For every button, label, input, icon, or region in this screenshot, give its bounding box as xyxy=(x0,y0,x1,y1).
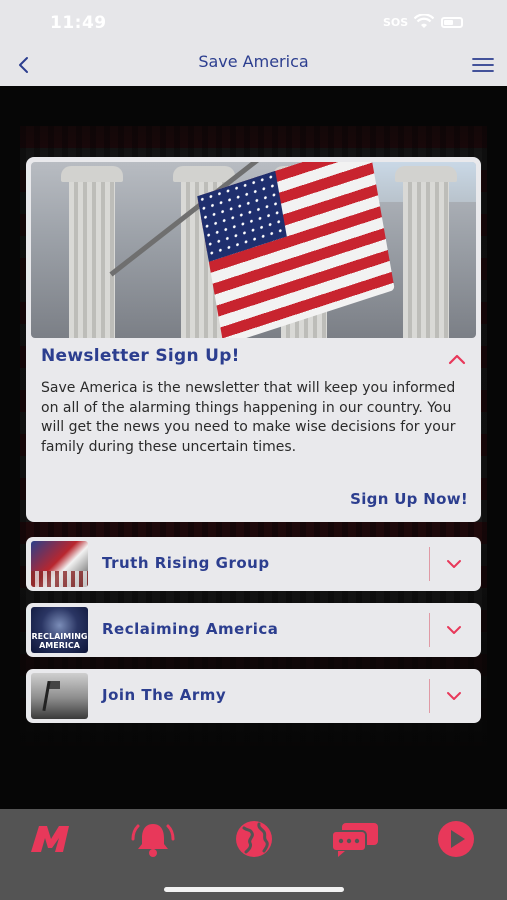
thumbnail-text: RECLAIMING AMERICA xyxy=(31,632,88,650)
expand-button[interactable] xyxy=(443,686,465,706)
status-time: 11:49 xyxy=(50,13,107,33)
truth-rising-thumbnail xyxy=(31,541,88,587)
tab-bar xyxy=(0,809,507,900)
battery-icon xyxy=(441,17,463,28)
chevron-down-icon xyxy=(447,626,461,634)
american-flag xyxy=(197,162,395,338)
tab-web[interactable] xyxy=(228,819,280,859)
page-title: Save America xyxy=(198,52,309,71)
chevron-up-icon xyxy=(448,354,466,364)
menu-button[interactable] xyxy=(470,52,496,78)
list-item-label: Reclaiming America xyxy=(102,620,279,638)
hero-image xyxy=(31,162,476,338)
collapse-button[interactable] xyxy=(445,349,469,369)
hero-column xyxy=(395,166,457,338)
status-signal: SOS xyxy=(383,16,409,29)
newsletter-description: Save America is the newsletter that will… xyxy=(41,380,456,455)
list-item-join-the-army[interactable]: Join The Army xyxy=(26,669,481,723)
nav-bar: Save America xyxy=(0,46,507,86)
expand-button[interactable] xyxy=(443,620,465,640)
list-item-label: Join The Army xyxy=(102,686,227,704)
chat-icon xyxy=(331,823,378,857)
divider xyxy=(429,547,430,581)
reclaiming-america-thumbnail: RECLAIMING AMERICA xyxy=(31,607,88,653)
list-item-label: Truth Rising Group xyxy=(102,554,270,572)
m-logo-icon xyxy=(31,826,69,852)
hero-column xyxy=(61,166,123,338)
list-item-reclaiming-america[interactable]: RECLAIMING AMERICA Reclaiming America xyxy=(26,603,481,657)
list-item-truth-rising[interactable]: Truth Rising Group xyxy=(26,537,481,591)
divider xyxy=(429,679,430,713)
play-icon xyxy=(438,821,474,857)
expand-button[interactable] xyxy=(443,554,465,574)
home-indicator xyxy=(164,887,344,892)
tab-video[interactable] xyxy=(430,819,482,859)
chevron-down-icon xyxy=(447,560,461,568)
wifi-icon xyxy=(414,14,434,28)
status-bar: 11:49 SOS xyxy=(0,0,507,46)
tab-messages[interactable] xyxy=(329,819,381,859)
main-content[interactable]: Newsletter Sign Up! Save America is the … xyxy=(0,86,507,809)
chevron-down-icon xyxy=(447,692,461,700)
sign-up-link[interactable]: Sign Up Now! xyxy=(350,490,468,508)
divider xyxy=(429,613,430,647)
globe-icon xyxy=(236,821,272,857)
join-the-army-thumbnail xyxy=(31,673,88,719)
tab-notifications[interactable] xyxy=(127,819,179,859)
hamburger-menu-icon xyxy=(472,58,494,72)
bell-icon xyxy=(131,824,175,857)
newsletter-card: Newsletter Sign Up! Save America is the … xyxy=(26,157,481,522)
tab-home[interactable] xyxy=(26,819,78,859)
newsletter-title: Newsletter Sign Up! xyxy=(41,346,240,366)
